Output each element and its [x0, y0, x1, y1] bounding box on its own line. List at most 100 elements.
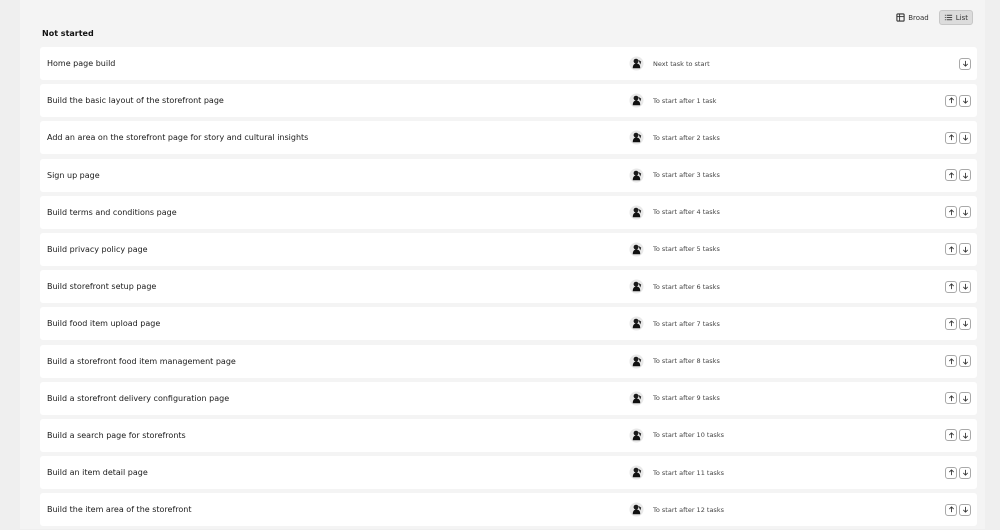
move-up-button[interactable]	[945, 317, 957, 330]
arrow-down-icon	[962, 246, 968, 253]
avatar-icon	[629, 428, 644, 443]
reorder-controls	[945, 392, 971, 405]
move-down-button[interactable]	[959, 503, 971, 516]
move-down-button[interactable]	[959, 57, 971, 70]
task-name: Build the basic layout of the storefront…	[47, 96, 224, 106]
move-down-button[interactable]	[959, 317, 971, 330]
arrow-down-icon	[962, 209, 968, 216]
task-row[interactable]: Build a storefront food item management …	[40, 344, 977, 378]
avatar[interactable]	[629, 241, 644, 257]
avatar[interactable]	[629, 130, 644, 146]
task-row[interactable]: Build a storefront delivery configuratio…	[40, 381, 977, 415]
avatar[interactable]	[629, 204, 644, 220]
avatar[interactable]	[629, 279, 644, 295]
move-up-button[interactable]	[945, 503, 957, 516]
avatar-icon	[629, 279, 644, 294]
task-row[interactable]: Build the basic layout of the storefront…	[40, 84, 977, 118]
arrow-down-icon	[962, 172, 968, 179]
board-icon	[896, 13, 905, 22]
task-row[interactable]: Build a search page for storefronts To s…	[40, 418, 977, 452]
reorder-controls	[945, 243, 971, 256]
arrow-up-icon	[948, 506, 954, 513]
avatar[interactable]	[629, 465, 644, 481]
avatar[interactable]	[629, 353, 644, 369]
task-name: Build a search page for storefronts	[47, 430, 186, 440]
section-title: Not started	[42, 29, 94, 38]
avatar[interactable]	[629, 502, 644, 518]
task-list: Home page build Next task to start Build…	[40, 47, 977, 530]
task-row[interactable]: Home page build Next task to start	[40, 47, 977, 80]
avatar-icon	[629, 168, 644, 183]
move-up-button[interactable]	[945, 206, 957, 219]
move-down-button[interactable]	[959, 429, 971, 442]
list-icon	[944, 14, 952, 21]
task-status: To start after 7 tasks	[653, 319, 720, 328]
task-name: Add an area on the storefront page for s…	[47, 133, 309, 143]
arrow-down-icon	[962, 321, 968, 328]
move-up-button[interactable]	[945, 466, 957, 479]
avatar[interactable]	[629, 93, 644, 109]
list-view-label: List	[955, 13, 968, 22]
task-name: Sign up page	[47, 170, 100, 180]
move-up-button[interactable]	[945, 131, 957, 144]
avatar[interactable]	[629, 167, 644, 183]
arrow-up-icon	[948, 209, 954, 215]
task-status: To start after 8 tasks	[653, 357, 720, 365]
task-row[interactable]: Build the item area of the storefront To…	[40, 493, 977, 527]
avatar[interactable]	[629, 427, 644, 443]
move-up-button[interactable]	[945, 280, 957, 293]
arrow-down-icon	[962, 284, 968, 290]
move-up-button[interactable]	[945, 355, 957, 367]
task-name: Build the item area of the storefront	[47, 505, 192, 515]
avatar[interactable]	[629, 390, 644, 406]
move-down-button[interactable]	[959, 169, 971, 182]
task-row[interactable]: Build an item detail page To start after…	[40, 456, 977, 490]
task-status: To start after 12 tasks	[653, 505, 724, 514]
arrow-up-icon	[948, 394, 954, 401]
arrow-up-icon	[948, 320, 954, 327]
arrow-down-icon	[962, 507, 968, 513]
view-switcher: Broad List	[892, 10, 973, 25]
move-down-button[interactable]	[959, 355, 971, 367]
task-status: To start after 5 tasks	[653, 245, 720, 254]
reorder-controls	[945, 317, 971, 330]
move-up-button[interactable]	[945, 429, 957, 442]
reorder-controls	[945, 280, 971, 293]
move-up-button[interactable]	[945, 243, 957, 256]
move-down-button[interactable]	[959, 131, 971, 144]
arrow-down-icon	[962, 135, 968, 142]
avatar[interactable]	[629, 316, 644, 332]
task-row[interactable]: Build privacy policy page To start after…	[40, 232, 977, 266]
task-row[interactable]: Build storefront setup page To start aft…	[40, 270, 977, 304]
avatar[interactable]	[629, 56, 644, 71]
board-view-button[interactable]: Broad	[892, 11, 933, 24]
task-row[interactable]: Add an area on the storefront page for s…	[40, 121, 977, 155]
move-down-button[interactable]	[959, 466, 971, 479]
move-up-button[interactable]	[945, 392, 957, 405]
move-down-button[interactable]	[959, 392, 971, 405]
task-name: Build privacy policy page	[47, 244, 148, 254]
task-name: Build terms and conditions page	[47, 207, 177, 217]
reorder-controls	[945, 355, 971, 367]
move-down-button[interactable]	[959, 94, 971, 107]
task-row[interactable]: Sign up page To start after 3 tasks	[40, 158, 977, 192]
move-down-button[interactable]	[959, 280, 971, 293]
task-row[interactable]: Build terms and conditions page To start…	[40, 195, 977, 229]
avatar-icon	[629, 56, 644, 71]
reorder-controls	[945, 206, 971, 219]
task-status: To start after 6 tasks	[653, 282, 720, 291]
move-down-button[interactable]	[959, 243, 971, 256]
reorder-controls	[945, 466, 971, 479]
task-row[interactable]: Build food item upload page To start aft…	[40, 307, 977, 341]
task-status: To start after 9 tasks	[653, 394, 720, 403]
arrow-up-icon	[948, 357, 954, 364]
move-down-button[interactable]	[959, 206, 971, 219]
arrow-down-icon	[962, 395, 968, 402]
move-up-button[interactable]	[945, 169, 957, 182]
task-status: To start after 1 task	[653, 96, 717, 105]
move-up-button[interactable]	[945, 94, 957, 107]
arrow-up-icon	[948, 134, 954, 141]
list-view-button[interactable]: List	[938, 10, 973, 25]
arrow-up-icon	[948, 171, 954, 178]
task-name: Build an item detail page	[47, 468, 148, 478]
